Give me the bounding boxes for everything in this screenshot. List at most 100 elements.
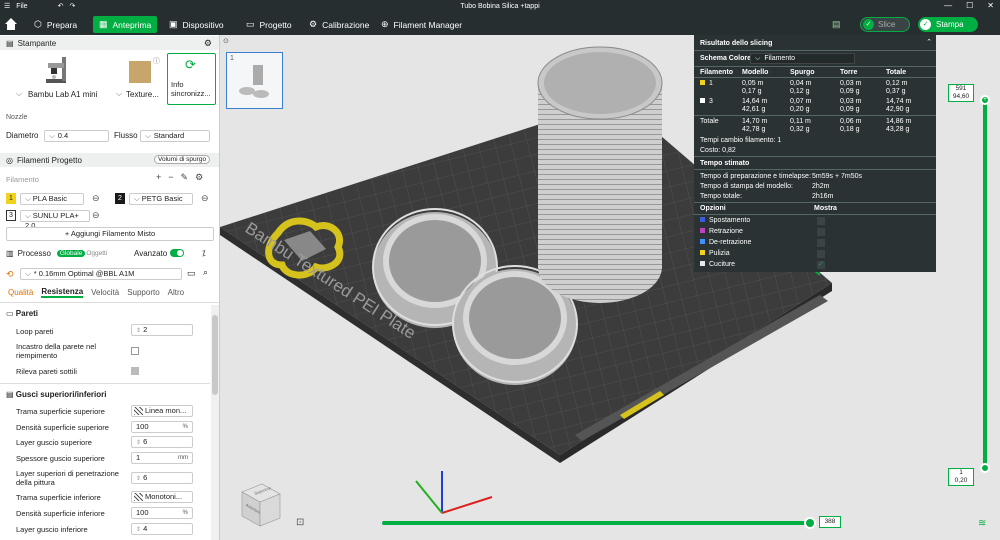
bottom-density-input[interactable]: 100% [131, 507, 193, 519]
save-preset-icon[interactable]: ▭ [187, 268, 196, 279]
bottom-layers-input[interactable]: ⇕ 4 [131, 523, 193, 535]
paint-layers-input[interactable]: ⇕ 6 [131, 472, 193, 484]
plate-dropdown-icon: ⌵ [116, 89, 123, 98]
tab-anteprima[interactable]: ▦ Anteprima [93, 16, 158, 33]
print-button[interactable]: ✓ Stampa [918, 17, 978, 32]
flow-select[interactable]: ⌵ Standard [140, 130, 210, 142]
option-row: De-retrazione [700, 238, 751, 247]
layer-bottom-handle[interactable] [980, 463, 990, 473]
shells-icon: ▤ [6, 390, 14, 399]
x-axis [441, 496, 493, 514]
filament-spool-icon: ◎ [6, 155, 13, 165]
params-scrollbar[interactable] [211, 305, 219, 540]
tab-prepara[interactable]: ⬡ Prepara [28, 16, 83, 33]
reset-icon[interactable]: ⟲ [6, 269, 14, 280]
pattern-icon [134, 407, 143, 416]
shells-header: ▤ Gusci superiori/inferiori [6, 390, 107, 399]
filament-toolbar: + − ✎ ⚙ [156, 172, 203, 183]
add-mixed-filament-button[interactable]: + Aggiungi Filamento Misto [6, 227, 214, 241]
layer-slider[interactable]: 591 94,60 + 1 0,20 [948, 84, 992, 490]
show-travel-checkbox[interactable] [817, 217, 825, 225]
diameter-select[interactable]: ⌵ 0.4 [44, 130, 109, 142]
tab-supporto[interactable]: Supporto [127, 288, 159, 297]
color-scheme-select[interactable]: ⌵ Filamento [750, 53, 855, 64]
plate-card[interactable]: ⓘ ⌵ Texture... [114, 53, 162, 103]
tab-dispositivo[interactable]: ▣ Dispositivo [163, 16, 230, 33]
tab-qualita[interactable]: Qualità [8, 288, 33, 297]
cloud-icon[interactable]: ▤ [832, 19, 841, 30]
param-label: Layer guscio superiore [16, 438, 92, 447]
plate-thumbnail[interactable]: 1 [226, 52, 283, 109]
walls-icon: ▭ [6, 309, 14, 318]
filament-item[interactable]: 1 ⌵ PLA Basic ⊖ [6, 193, 106, 205]
thin-walls-checkbox[interactable] [131, 367, 139, 375]
wall-loops-input[interactable]: ⇕ 2 [131, 324, 193, 336]
edit-icon[interactable]: ✎ [181, 172, 189, 183]
add-icon[interactable]: + [156, 172, 161, 183]
maximize-icon[interactable]: ☐ [966, 1, 973, 10]
show-deretraction-checkbox[interactable] [817, 239, 825, 247]
tab-resistenza[interactable]: Resistenza [41, 287, 84, 298]
filament-settings-icon[interactable]: ⚙ [195, 172, 203, 183]
wall-infill-checkbox[interactable] [131, 347, 139, 355]
param-label: Loop pareti [16, 327, 54, 336]
layers-icon[interactable]: ≋ [978, 518, 986, 529]
collapse-icon[interactable]: ⊙ [223, 37, 229, 45]
slice-button[interactable]: ✓ Slice [860, 17, 910, 32]
close-icon[interactable]: ✕ [987, 1, 994, 10]
minimize-icon[interactable]: — [944, 1, 952, 10]
show-retraction-checkbox[interactable] [817, 228, 825, 236]
search-icon[interactable]: ⌕ [203, 267, 208, 278]
filament-remove-icon[interactable]: ⊖ [92, 193, 100, 204]
device-icon: ▣ [169, 19, 178, 29]
top-pattern-select[interactable]: Linea mon... [131, 405, 193, 417]
param-label: Densità superficie superiore [16, 423, 109, 432]
slicing-result-panel: Risultato dello slicing ⌃ Schema Colore … [694, 35, 936, 272]
objects-toggle[interactable]: Oggetti [86, 250, 107, 257]
layer-top-handle[interactable]: + [980, 95, 990, 105]
printer-name: Bambu Lab A1 mini [28, 90, 98, 99]
process-icon: ▥ [6, 248, 14, 258]
collapse-panel-icon[interactable]: ⌃ [926, 38, 932, 46]
global-toggle[interactable]: Globale [56, 249, 86, 257]
fit-view-icon[interactable]: ⊡ [296, 517, 304, 528]
filament-remove-icon[interactable]: ⊖ [92, 210, 100, 221]
advanced-label: Avanzato [134, 248, 168, 258]
tab-calibrazione[interactable]: ⚙ Calibrazione [303, 16, 375, 33]
info-icon[interactable]: ⓘ [153, 56, 160, 66]
printer-section-header: ▤ Stampante ⚙ [0, 36, 219, 50]
printer-settings-icon[interactable]: ⚙ [204, 38, 212, 49]
remove-icon[interactable]: − [168, 172, 173, 183]
option-row: Cuciture [700, 260, 735, 269]
filament-number: 1 [6, 193, 16, 204]
param-label: Layer guscio inferiore [16, 525, 88, 534]
home-icon[interactable] [4, 17, 18, 31]
param-label: Rileva pareti sottili [16, 367, 77, 376]
compare-icon[interactable]: ⁒ [202, 249, 206, 258]
top-layers-input[interactable]: ⇕ 6 [131, 436, 193, 448]
grid-icon: ▦ [99, 19, 108, 29]
purge-volumes-button[interactable]: Volumi di spurgo [154, 155, 211, 164]
tab-altro[interactable]: Altro [168, 288, 184, 297]
printer-card[interactable]: ⌵ Bambu Lab A1 mini [4, 53, 110, 103]
globe-icon: ⊕ [381, 19, 389, 29]
filaments-section-header: ◎ Filamenti Progetto Volumi di spurgo [0, 153, 219, 167]
top-density-input[interactable]: 100% [131, 421, 193, 433]
move-handle[interactable] [804, 517, 816, 529]
bottom-pattern-select[interactable]: Monotoni... [131, 491, 193, 503]
slice-icon: ✓ [863, 19, 874, 30]
filament-item[interactable]: 3 ⌵ SUNLU PLA+ 2.0 ⊖ [6, 210, 106, 230]
filament-remove-icon[interactable]: ⊖ [201, 193, 209, 204]
top-thickness-input[interactable]: 1 mm [131, 452, 193, 464]
sync-info-card[interactable]: ⟳ Info sincronizz... [167, 53, 216, 105]
tab-filament-manager[interactable]: ⊕ Filament Manager [375, 16, 468, 33]
process-preset-select[interactable]: ⌵ * 0.16mm Optimal @BBL A1M [20, 268, 182, 280]
view-cube[interactable]: Superiore Anteriore [232, 480, 282, 530]
move-slider[interactable] [380, 516, 820, 530]
filament-item[interactable]: 2 ⌵ PETG Basic ⊖ [115, 193, 215, 205]
advanced-switch[interactable] [170, 249, 184, 257]
show-wipe-checkbox[interactable] [817, 250, 825, 258]
tab-velocita[interactable]: Velocità [91, 288, 119, 297]
show-seams-checkbox[interactable]: ✓ [817, 261, 825, 269]
tab-progetto[interactable]: ▭ Progetto [240, 16, 298, 33]
